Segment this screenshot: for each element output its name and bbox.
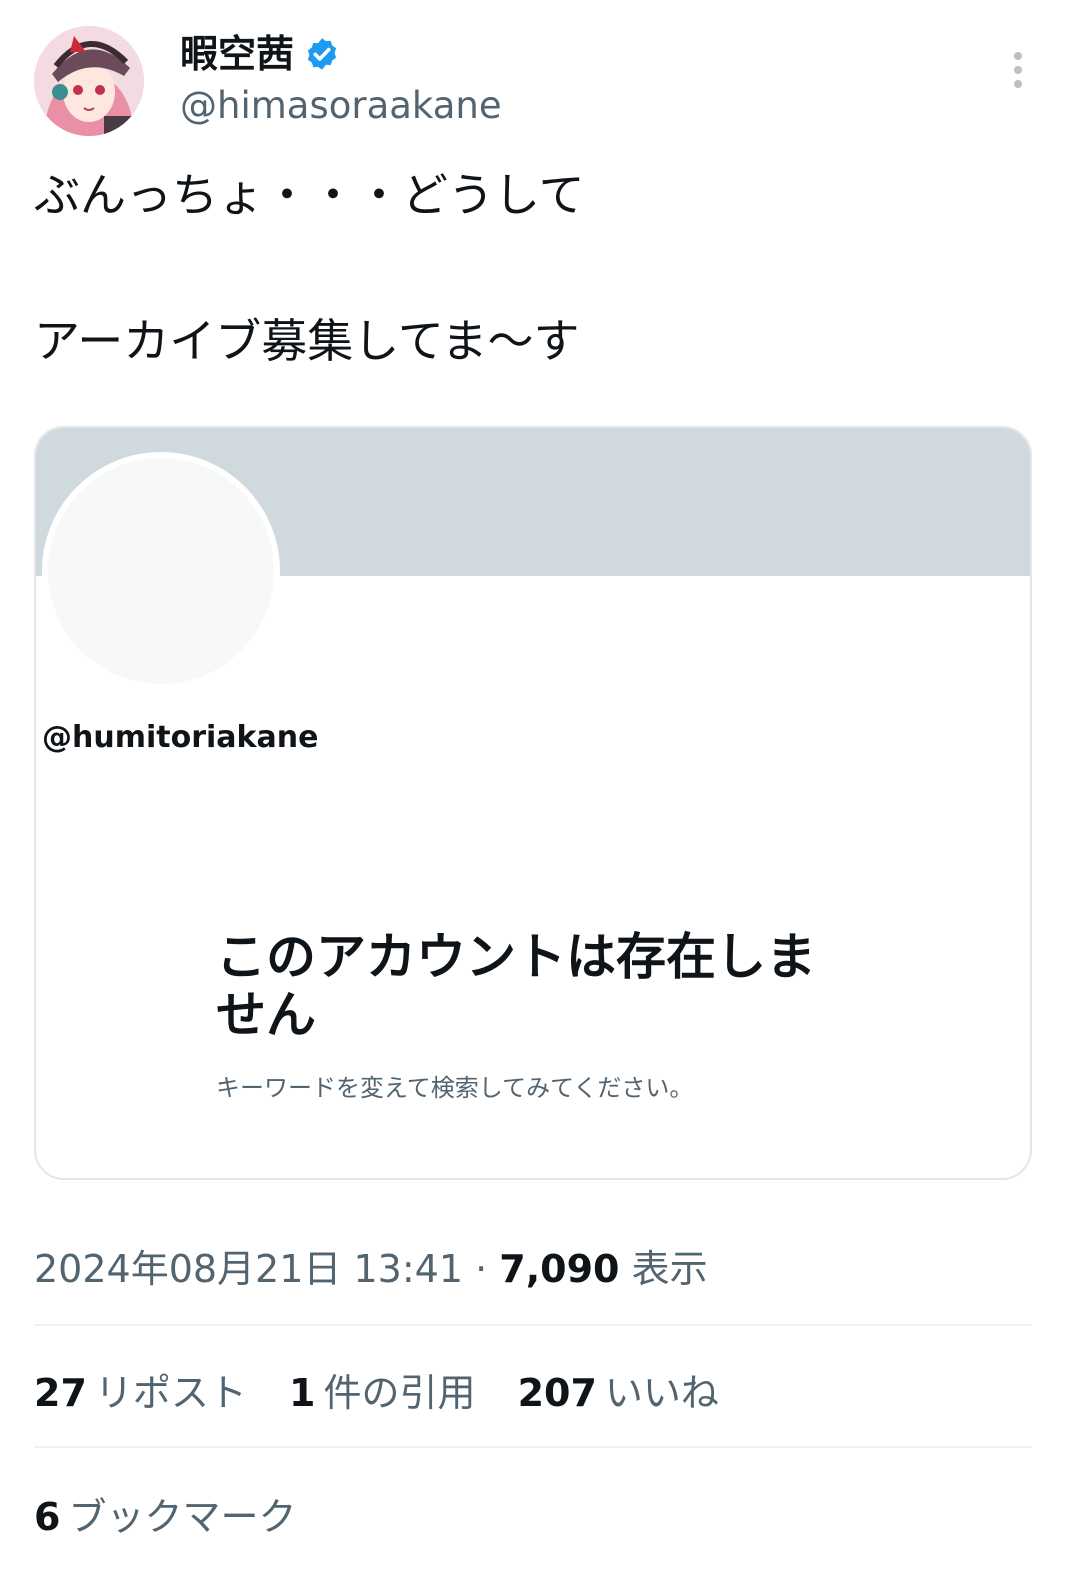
- tweet-body: ぶんっちょ・・・どうして アーカイブ募集してま〜す: [34, 164, 585, 372]
- quotes-count: 1: [289, 1371, 316, 1415]
- views-label: 表示: [631, 1247, 708, 1291]
- profile-avatar-placeholder: [42, 452, 280, 690]
- reposts-stat[interactable]: 27 リポスト: [34, 1362, 247, 1417]
- author-name-block[interactable]: 暇空茜 @himasoraakane: [180, 30, 502, 132]
- quotes-stat[interactable]: 1 件の引用: [289, 1362, 475, 1417]
- account-not-found-subtitle: キーワードを変えて検索してみてください。: [216, 1074, 694, 1102]
- divider: [34, 1324, 1032, 1326]
- anime-avatar-image: [34, 26, 144, 136]
- tweet-meta: 2024年08月21日 13:41 · 7,090 表示: [34, 1238, 708, 1293]
- account-not-found-title: このアカウントは存在しません: [216, 928, 816, 1044]
- tweet-header: 暇空茜 @himasoraakane: [34, 26, 1046, 138]
- likes-count: 207: [517, 1371, 597, 1415]
- reposts-count: 27: [34, 1371, 87, 1415]
- more-options-icon[interactable]: [1010, 50, 1026, 90]
- bookmarks-count: 6: [34, 1495, 61, 1539]
- likes-label: いいね: [604, 1371, 719, 1415]
- engagement-stats: 27 リポスト 1 件の引用 207 いいね: [34, 1362, 749, 1417]
- quotes-label: 件の引用: [323, 1371, 476, 1415]
- author-avatar[interactable]: [34, 26, 144, 136]
- author-display-name[interactable]: 暇空茜: [180, 30, 294, 78]
- verified-badge-icon: [307, 38, 337, 70]
- author-handle[interactable]: @himasoraakane: [180, 80, 502, 132]
- embedded-profile-card[interactable]: @humitoriakane このアカウントは存在しません キーワードを変えて検…: [34, 426, 1032, 1180]
- meta-separator: ·: [475, 1247, 488, 1291]
- views-count: 7,090: [499, 1247, 620, 1291]
- tweet-text-line-2: アーカイブ募集してま〜す: [34, 314, 580, 368]
- bookmarks-label: ブックマーク: [68, 1495, 297, 1539]
- tweet-text-line-1: ぶんっちょ・・・どうして: [34, 168, 585, 222]
- reposts-label: リポスト: [94, 1371, 247, 1415]
- profile-handle: @humitoriakane: [42, 720, 319, 755]
- tweet-text-gap: [34, 226, 585, 310]
- tweet-timestamp[interactable]: 2024年08月21日 13:41: [34, 1247, 463, 1291]
- bookmarks-stat[interactable]: 6 ブックマーク: [34, 1486, 296, 1541]
- divider: [34, 1446, 1032, 1448]
- likes-stat[interactable]: 207 いいね: [518, 1362, 719, 1417]
